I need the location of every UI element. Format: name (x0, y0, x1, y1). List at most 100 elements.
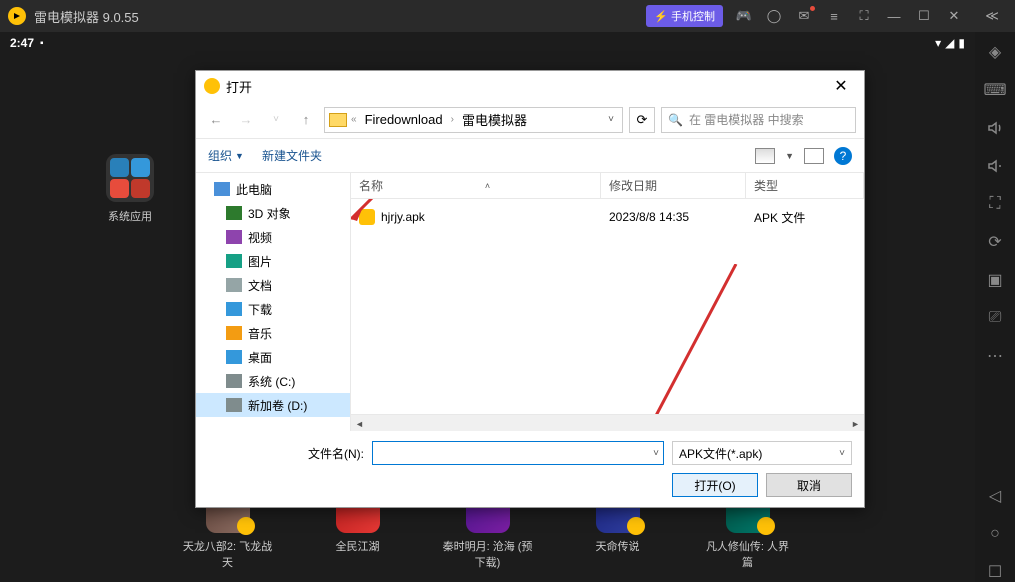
recent-nav-icon[interactable]: ☐ (985, 562, 1005, 582)
sidebar-item-label: 视频 (248, 229, 272, 246)
new-folder-button[interactable]: 新建文件夹 (262, 147, 322, 164)
dialog-logo-icon (204, 78, 220, 94)
annotation-arrow-2 (631, 264, 741, 414)
sidebar-item[interactable]: 图片 (196, 249, 350, 273)
filename-dropdown-icon[interactable]: ˅ (653, 448, 659, 459)
refresh-icon[interactable]: ⟳ (985, 232, 1005, 252)
scroll-left-button[interactable]: ◄ (351, 415, 368, 431)
view-mode-button[interactable] (755, 148, 775, 164)
sidebar-item-label: 音乐 (248, 325, 272, 342)
file-type-filter[interactable]: APK文件(*.apk) ˅ (672, 441, 852, 465)
sidebar-item-icon (226, 302, 242, 316)
status-badge-icon: ▪ (40, 38, 44, 49)
minimize-button[interactable]: — (879, 0, 909, 32)
breadcrumb-current[interactable]: 雷电模拟器 (458, 110, 531, 129)
close-button[interactable]: ✕ (939, 0, 969, 32)
dialog-titlebar: 打开 ✕ (196, 71, 864, 101)
app-logo-icon (8, 7, 26, 25)
dialog-close-button[interactable]: ✕ (826, 76, 856, 96)
folder-icon (329, 113, 347, 127)
sidebar-item[interactable]: 音乐 (196, 321, 350, 345)
signal-icon: ◢ (945, 36, 954, 50)
sidebar-item-label: 系统 (C:) (248, 373, 295, 390)
horizontal-scrollbar[interactable]: ◄ ► (351, 414, 864, 431)
sidebar-item[interactable]: 桌面 (196, 345, 350, 369)
user-icon[interactable]: ◯ (759, 0, 789, 32)
address-bar[interactable]: « Firedownload › 雷电模拟器 ˅ (324, 107, 623, 133)
dialog-footer: 文件名(N): ˅ APK文件(*.apk) ˅ 打开(O) 取消 (196, 431, 864, 507)
organize-button[interactable]: 组织▼ (208, 147, 244, 164)
home-nav-icon[interactable]: ○ (985, 524, 1005, 544)
status-time: 2:47 (10, 36, 34, 50)
sidebar-item-icon (226, 350, 242, 364)
app-titlebar: 雷电模拟器 9.0.55 ⚡ 手机控制 🎮 ◯ ✉ ≡ ⛶ — ☐ ✕ ≪ (0, 0, 1015, 32)
volume-up-icon[interactable] (985, 118, 1005, 138)
search-input[interactable]: 🔍 在 雷电模拟器 中搜索 (661, 107, 856, 133)
column-type[interactable]: 类型 (746, 173, 864, 198)
sidebar-item[interactable]: 下载 (196, 297, 350, 321)
breadcrumb-firedownload[interactable]: Firedownload (361, 112, 447, 127)
column-name[interactable]: 名称˄ (351, 173, 601, 198)
file-open-dialog: 打开 ✕ ← → ˅ ↑ « Firedownload › 雷电模拟器 ˅ ⟳ … (195, 70, 865, 508)
path-dropdown-button[interactable]: ˅ (604, 114, 618, 125)
scroll-right-button[interactable]: ► (847, 415, 864, 431)
dialog-sidebar: 此电脑 3D 对象视频图片文档下载音乐桌面系统 (C:) 新加卷 (D:) (196, 173, 351, 431)
sidebar-item-label: 此电脑 (236, 181, 272, 198)
nav-recent-dropdown[interactable]: ˅ (264, 108, 288, 132)
column-headers: 名称˄ 修改日期 类型 (351, 173, 864, 199)
bolt-icon: ⚡ (654, 10, 668, 23)
preview-pane-button[interactable] (804, 148, 824, 164)
more-icon[interactable]: ⋯ (985, 346, 1005, 366)
cancel-button[interactable]: 取消 (766, 473, 852, 497)
filename-label: 文件名(N): (308, 445, 364, 462)
folder-icon (106, 154, 154, 202)
battery-icon: ▮ (958, 36, 965, 50)
view-dropdown-icon[interactable]: ▼ (785, 151, 794, 161)
file-type: APK 文件 (746, 209, 864, 226)
sync-icon[interactable]: ⎚ (985, 308, 1005, 328)
dialog-toolbar: 组织▼ 新建文件夹 ▼ ? (196, 139, 864, 173)
sidebar-item[interactable]: 此电脑 (196, 177, 350, 201)
back-nav-icon[interactable]: ◁ (985, 486, 1005, 506)
sidebar-item-icon (226, 254, 242, 268)
maximize-button[interactable]: ☐ (909, 0, 939, 32)
column-date[interactable]: 修改日期 (601, 173, 746, 198)
sidebar-item[interactable]: 系统 (C:) (196, 369, 350, 393)
fullscreen-icon[interactable]: ⛶ (849, 0, 879, 32)
android-statusbar: 2:47 ▪ ▾ ◢ ▮ (0, 32, 975, 54)
multi-window-icon[interactable]: ▣ (985, 270, 1005, 290)
filter-dropdown-icon[interactable]: ˅ (839, 448, 845, 459)
dialog-title: 打开 (226, 77, 252, 96)
help-button[interactable]: ? (834, 147, 852, 165)
system-apps-folder[interactable]: 系统应用 (100, 154, 160, 224)
nav-up-button[interactable]: ↑ (294, 108, 318, 132)
sidebar-item[interactable]: 视频 (196, 225, 350, 249)
search-placeholder: 在 雷电模拟器 中搜索 (689, 111, 804, 128)
mail-icon[interactable]: ✉ (789, 0, 819, 32)
file-row[interactable]: hjrjy.apk 2023/8/8 14:35 APK 文件 (351, 205, 864, 229)
right-toolbar: ◈ ⌨ ⛶ ⟳ ▣ ⎚ ⋯ ◁ ○ ☐ (975, 32, 1015, 582)
locate-icon[interactable]: ◈ (985, 42, 1005, 62)
nav-back-button[interactable]: ← (204, 108, 228, 132)
refresh-button[interactable]: ⟳ (629, 107, 655, 133)
open-button[interactable]: 打开(O) (672, 473, 758, 497)
volume-down-icon[interactable] (985, 156, 1005, 176)
gamepad-icon[interactable]: 🎮 (729, 0, 759, 32)
sidebar-item[interactable]: 3D 对象 (196, 201, 350, 225)
collapse-sidebar-icon[interactable]: ≪ (977, 0, 1007, 32)
menu-icon[interactable]: ≡ (819, 0, 849, 32)
file-list-pane: 名称˄ 修改日期 类型 hjrjy.apk 2023/8/8 14:35 APK… (351, 173, 864, 431)
file-name: hjrjy.apk (381, 210, 425, 224)
sidebar-item[interactable]: 文档 (196, 273, 350, 297)
filename-input[interactable]: ˅ (372, 441, 664, 465)
sort-indicator-icon: ˄ (485, 181, 490, 191)
sidebar-item-icon (214, 182, 230, 196)
keyboard-icon[interactable]: ⌨ (985, 80, 1005, 100)
sidebar-item-label: 新加卷 (D:) (248, 397, 307, 414)
phone-control-button[interactable]: ⚡ 手机控制 (646, 5, 723, 27)
file-list[interactable]: hjrjy.apk 2023/8/8 14:35 APK 文件 (351, 199, 864, 414)
fullscreen-toggle-icon[interactable]: ⛶ (985, 194, 1005, 214)
sidebar-item-label: 下载 (248, 301, 272, 318)
sidebar-item[interactable]: 新加卷 (D:) (196, 393, 350, 417)
nav-forward-button[interactable]: → (234, 108, 258, 132)
